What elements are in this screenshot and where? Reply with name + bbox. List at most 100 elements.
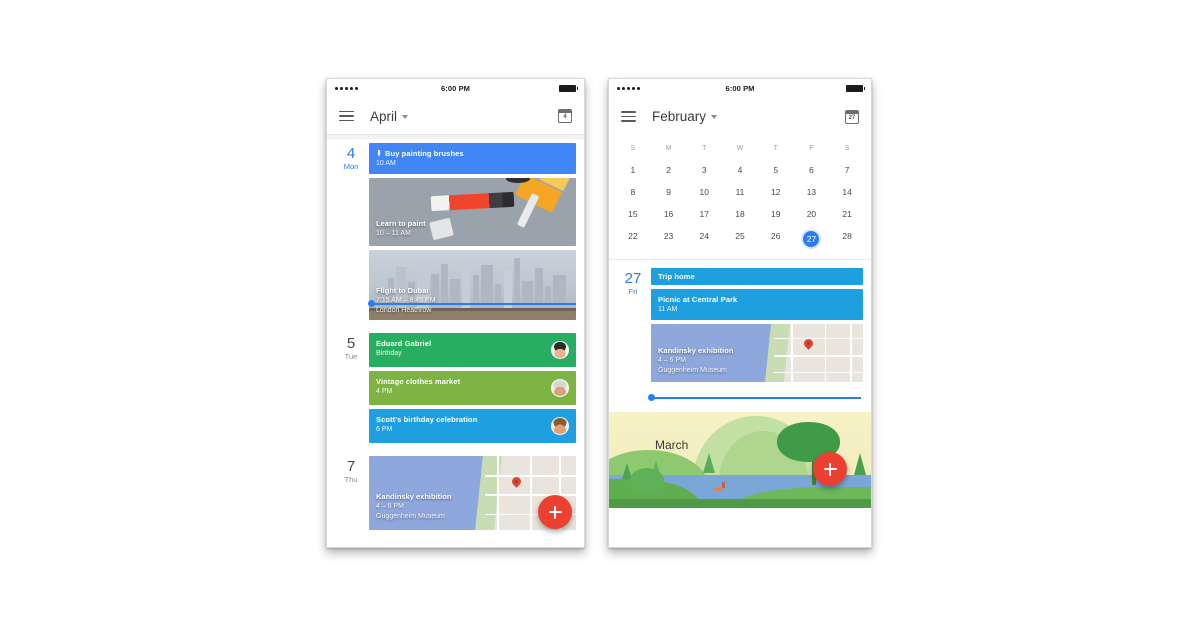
page-title: February bbox=[652, 109, 707, 124]
event-title: Kandinsky exhibition bbox=[376, 492, 452, 501]
month-day-cell[interactable]: 17 bbox=[686, 203, 722, 225]
banner-foreground bbox=[609, 499, 871, 508]
page-title: April bbox=[370, 108, 398, 124]
event-location: London Heathrow bbox=[376, 307, 432, 314]
hamburger-menu-icon[interactable] bbox=[621, 111, 636, 122]
event-chip-vintage-clothes-market[interactable]: Vintage clothes market 4 PM bbox=[369, 371, 576, 405]
month-day-cell[interactable]: 4 bbox=[722, 159, 758, 181]
event-time: 10 AM bbox=[376, 160, 396, 167]
event-card-kandinsky-exhibition[interactable]: Kandinsky exhibition 4 – 6 PM Guggenheim… bbox=[651, 324, 863, 382]
paintbrush-icon bbox=[377, 150, 381, 157]
month-day-cell[interactable]: 6 bbox=[794, 159, 830, 181]
event-card-text: Kandinsky exhibition 4 – 6 PM Guggenheim… bbox=[376, 491, 451, 522]
status-bar-right: 6:00 PM bbox=[609, 79, 871, 98]
month-selector-left[interactable]: April bbox=[370, 108, 409, 124]
month-day-cell[interactable]: 16 bbox=[651, 203, 687, 225]
event-chip-picnic-at-central-park[interactable]: Picnic at Central Park 11 AM bbox=[651, 289, 863, 320]
weekday-header: S bbox=[844, 145, 850, 152]
month-day-cell[interactable]: 13 bbox=[794, 181, 830, 203]
calendar-icon-date: 27 bbox=[848, 114, 856, 121]
month-banner-march: March bbox=[609, 412, 871, 508]
event-card-text: Learn to paint 10 – 11 AM bbox=[376, 218, 426, 239]
contact-avatar bbox=[551, 379, 569, 397]
month-day-cell[interactable]: 7 bbox=[829, 159, 865, 181]
weekday-header: F bbox=[809, 145, 814, 152]
calendar-today-icon[interactable]: 4 bbox=[558, 109, 572, 123]
schedule-list-right[interactable]: 27 Fri Trip home Picnic at Central Park … bbox=[609, 260, 871, 412]
battery-full-icon bbox=[559, 85, 578, 92]
month-day-cell[interactable]: 9 bbox=[651, 181, 687, 203]
day-number: 5 bbox=[346, 335, 356, 352]
app-bar-right: February 27 bbox=[609, 98, 871, 135]
month-day-cell[interactable]: 10 bbox=[686, 181, 722, 203]
map-pin-icon bbox=[509, 474, 523, 488]
month-banner-label: March bbox=[655, 438, 689, 452]
month-day-cell-selected[interactable]: 27 bbox=[794, 225, 830, 253]
schedule-list-left[interactable]: 4 Mon Buy painting brushes 10 AM Learn t… bbox=[327, 135, 584, 547]
month-day-cell[interactable]: 1 bbox=[615, 159, 651, 181]
month-day-cell[interactable]: 20 bbox=[794, 203, 830, 225]
caret-down-icon bbox=[402, 114, 409, 119]
event-title: Vintage clothes market bbox=[376, 377, 461, 386]
month-selector-right[interactable]: February bbox=[652, 109, 718, 124]
month-grid[interactable]: S M T W T F S 1 2 3 4 5 6 7 8 9 10 11 12… bbox=[609, 135, 871, 260]
caret-down-icon bbox=[711, 115, 718, 119]
event-title: Buy painting brushes bbox=[376, 148, 569, 159]
event-chip-eduard-gabriel[interactable]: Eduard Gabriel Birthday bbox=[369, 333, 576, 367]
month-day-cell[interactable]: 15 bbox=[615, 203, 651, 225]
event-title: Picnic at Central Park bbox=[658, 295, 738, 304]
month-day-cell[interactable]: 24 bbox=[686, 225, 722, 253]
month-day-cell[interactable]: 18 bbox=[722, 203, 758, 225]
event-time: 11 AM bbox=[658, 306, 678, 313]
month-day-cell[interactable]: 22 bbox=[615, 225, 651, 253]
create-event-fab[interactable] bbox=[538, 495, 572, 529]
day-group-4: 4 Mon Buy painting brushes 10 AM Learn t… bbox=[327, 135, 584, 320]
event-time: 6 PM bbox=[376, 426, 393, 433]
status-bar-left: 6:00 PM bbox=[327, 79, 584, 98]
weekday-header: W bbox=[736, 145, 744, 152]
day-group-5: 5 Tue Eduard Gabriel Birthday Vintage cl… bbox=[327, 320, 584, 443]
status-bar-time: 6:00 PM bbox=[725, 84, 755, 93]
month-day-cell[interactable]: 28 bbox=[829, 225, 865, 253]
event-time: 7:15 AM – 8:45 PM bbox=[376, 297, 436, 304]
month-day-cell[interactable]: 5 bbox=[758, 159, 794, 181]
day-group-27: 27 Fri Trip home Picnic at Central Park … bbox=[609, 260, 871, 400]
month-day-cell[interactable]: 12 bbox=[758, 181, 794, 203]
event-card-flight-to-dubai[interactable]: Flight to Dubai 7:15 AM – 8:45 PM London… bbox=[369, 250, 576, 320]
day-label-4: 4 Mon bbox=[333, 143, 369, 320]
phone-mockup-month-view: 6:00 PM February 27 S M T W T F S 1 2 3 … bbox=[608, 78, 872, 548]
weekday-header: T bbox=[773, 145, 778, 152]
month-day-cell[interactable]: 19 bbox=[758, 203, 794, 225]
month-week-row: 15 16 17 18 19 20 21 bbox=[615, 203, 865, 225]
month-day-cell[interactable]: 3 bbox=[686, 159, 722, 181]
banner-pine bbox=[703, 453, 716, 474]
month-day-cell[interactable]: 21 bbox=[829, 203, 865, 225]
calendar-today-icon[interactable]: 27 bbox=[845, 109, 859, 124]
event-chip-trip-home[interactable]: Trip home bbox=[651, 268, 863, 285]
month-day-cell[interactable]: 23 bbox=[651, 225, 687, 253]
event-card-text: Flight to Dubai 7:15 AM – 8:45 PM London… bbox=[376, 285, 436, 316]
event-card-learn-to-paint[interactable]: Learn to paint 10 – 11 AM bbox=[369, 178, 576, 246]
month-day-cell[interactable]: 2 bbox=[651, 159, 687, 181]
day-label-7: 7 Thu bbox=[333, 456, 369, 530]
create-event-fab[interactable] bbox=[813, 452, 847, 486]
screenshot-canvas: 6:00 PM April 4 4 Mon Buy painting brush… bbox=[0, 0, 1200, 630]
banner-boat-person bbox=[721, 481, 725, 488]
event-title: Scott's birthday celebration bbox=[376, 415, 478, 424]
event-subtitle: Birthday bbox=[376, 350, 402, 357]
event-chip-scotts-birthday-celebration[interactable]: Scott's birthday celebration 6 PM bbox=[369, 409, 576, 443]
day-weekday: Fri bbox=[628, 287, 638, 296]
event-title: Kandinsky exhibition bbox=[658, 346, 734, 355]
day-weekday: Thu bbox=[344, 475, 358, 484]
month-day-cell[interactable]: 25 bbox=[722, 225, 758, 253]
month-day-cell[interactable]: 8 bbox=[615, 181, 651, 203]
day-label-27: 27 Fri bbox=[615, 268, 651, 382]
day-label-5: 5 Tue bbox=[333, 333, 369, 443]
banner-bush bbox=[629, 467, 664, 493]
event-chip-buy-painting-brushes[interactable]: Buy painting brushes 10 AM bbox=[369, 143, 576, 174]
hamburger-menu-icon[interactable] bbox=[339, 110, 354, 122]
event-time: 4 – 6 PM bbox=[658, 357, 687, 364]
month-day-cell[interactable]: 26 bbox=[758, 225, 794, 253]
month-day-cell[interactable]: 14 bbox=[829, 181, 865, 203]
month-day-cell[interactable]: 11 bbox=[722, 181, 758, 203]
